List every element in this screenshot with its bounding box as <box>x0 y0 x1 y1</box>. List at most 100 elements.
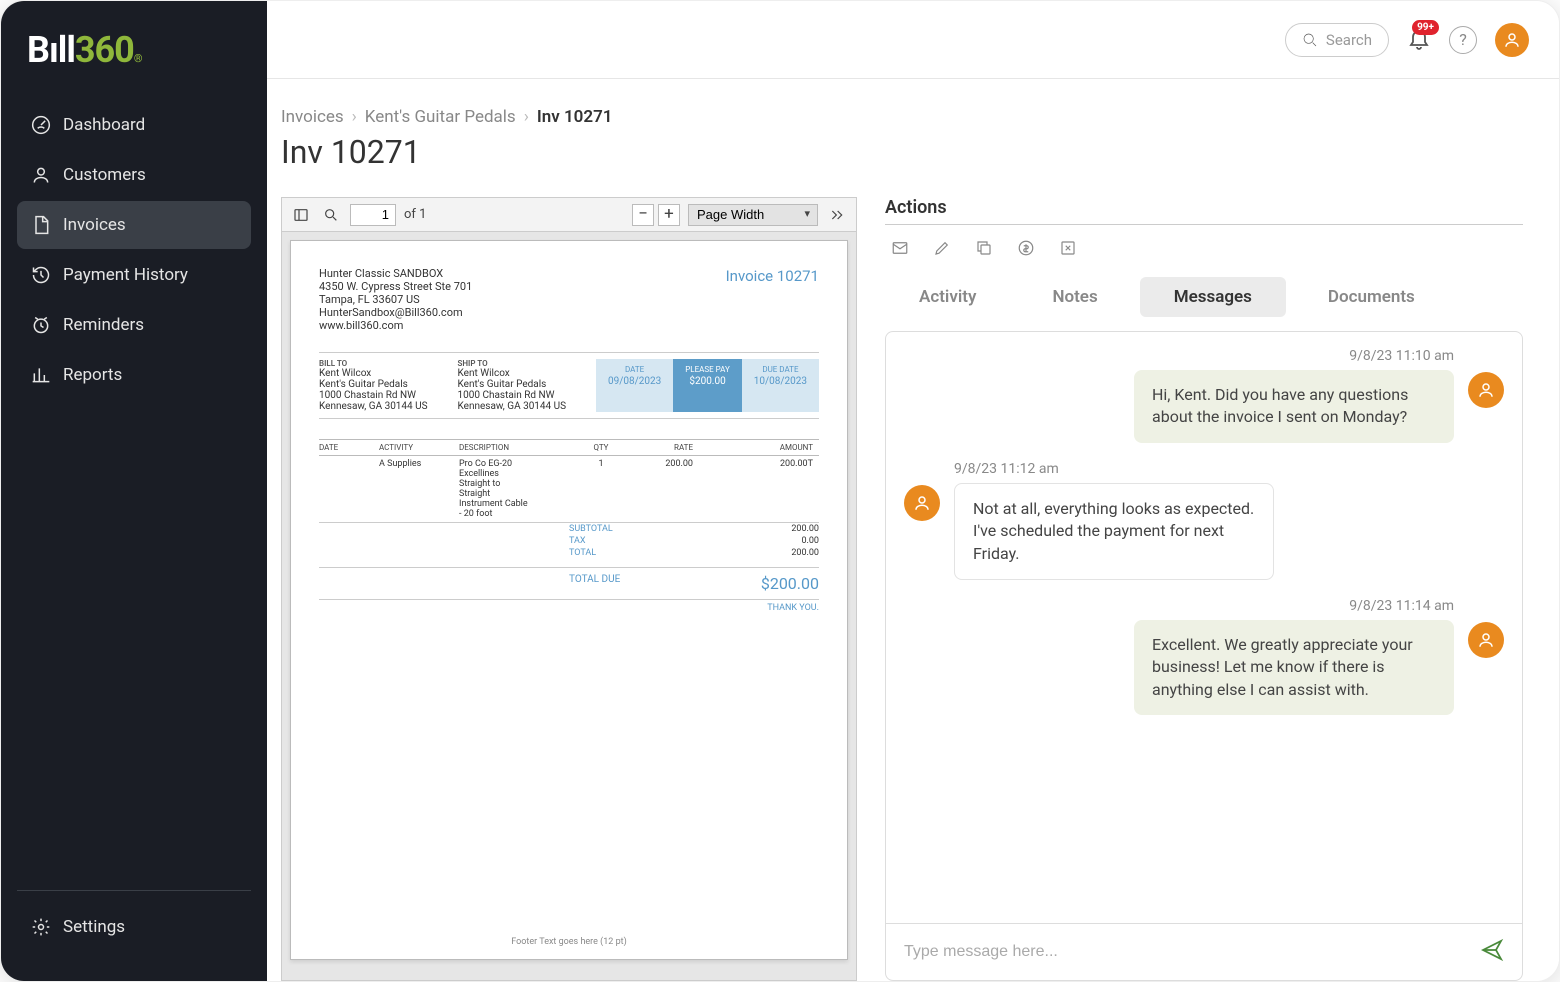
pdf-zoom-select[interactable]: Page Width <box>688 204 818 226</box>
li-desc-line: Straight to <box>459 479 573 489</box>
main: Search 99+ ? Invoices › Kent's Guitar Pe… <box>267 1 1559 981</box>
col-qty: QTY <box>579 443 629 452</box>
sidebar-item-label: Reminders <box>63 315 144 335</box>
invoice-title: Invoice 10271 <box>726 267 819 332</box>
tab-notes[interactable]: Notes <box>1018 277 1131 317</box>
from-addr2: Tampa, FL 33607 US <box>319 293 472 306</box>
chat-input[interactable] <box>904 943 1468 961</box>
pdf-page-input[interactable] <box>350 204 396 226</box>
message-stack: 9/8/23 11:12 am Not at all, everything l… <box>954 461 1274 580</box>
pdf-search-button[interactable] <box>320 204 342 226</box>
dollar-icon[interactable] <box>1017 239 1035 257</box>
mail-icon[interactable] <box>891 239 909 257</box>
person-icon <box>913 494 931 512</box>
breadcrumb-separator: › <box>524 107 529 127</box>
copy-icon[interactable] <box>975 239 993 257</box>
li-desc-line: Pro Co EG-20 <box>459 459 573 469</box>
pdf-zoom-out[interactable]: − <box>632 204 654 226</box>
col-desc: DESCRIPTION <box>459 443 579 452</box>
invoice-from: Hunter Classic SANDBOX 4350 W. Cypress S… <box>319 267 472 332</box>
logo: Bıll360® <box>1 29 267 101</box>
send-button[interactable] <box>1480 938 1504 966</box>
pencil-icon[interactable] <box>933 239 951 257</box>
search-placeholder: Search <box>1326 31 1372 49</box>
li-qty: 1 <box>579 459 629 519</box>
pdf-sidebar-toggle[interactable] <box>290 204 312 226</box>
message-timestamp: 9/8/23 11:14 am <box>1349 598 1454 614</box>
ship-to-block: SHIP TO Kent Wilcox Kent's Guitar Pedals… <box>458 359 573 412</box>
tab-documents[interactable]: Documents <box>1294 277 1449 317</box>
sidebar-bottom: Settings <box>1 890 267 981</box>
user-icon <box>31 165 51 185</box>
user-avatar[interactable] <box>1495 23 1529 57</box>
sidebar-item-settings[interactable]: Settings <box>17 903 251 951</box>
bill-to-label: BILL TO <box>319 359 434 368</box>
chat-box: 9/8/23 11:10 am Hi, Kent. Did you have a… <box>885 331 1523 981</box>
message-avatar <box>1468 622 1504 658</box>
notifications-button[interactable]: 99+ <box>1407 26 1431 54</box>
sidebar-item-reminders[interactable]: Reminders <box>17 301 251 349</box>
tab-activity[interactable]: Activity <box>885 277 1010 317</box>
sidebar-item-customers[interactable]: Customers <box>17 151 251 199</box>
page-title: Inv 10271 <box>281 133 1523 171</box>
pay-label: PLEASE PAY <box>685 365 730 374</box>
li-date <box>319 459 379 519</box>
clock-icon <box>31 315 51 335</box>
message-row: 9/8/23 11:10 am Hi, Kent. Did you have a… <box>904 348 1504 443</box>
message-row: 9/8/23 11:14 am Excellent. We greatly ap… <box>904 598 1504 715</box>
from-email: HunterSandbox@Bill360.com <box>319 306 472 319</box>
line-items-header: DATE ACTIVITY DESCRIPTION QTY RATE AMOUN… <box>319 439 819 456</box>
pdf-toolbar: of 1 − + Page Width <box>282 198 856 232</box>
breadcrumb-invoices[interactable]: Invoices <box>281 107 344 127</box>
message-avatar <box>904 485 940 521</box>
pdf-page-total: of 1 <box>404 207 426 222</box>
logo-part: 360 <box>75 29 134 71</box>
sidebar-item-label: Settings <box>63 917 125 937</box>
breadcrumb-separator: › <box>352 107 357 127</box>
sidebar-item-dashboard[interactable]: Dashboard <box>17 101 251 149</box>
total-value: 200.00 <box>791 548 819 558</box>
chat-scroll[interactable]: 9/8/23 11:10 am Hi, Kent. Did you have a… <box>886 332 1522 923</box>
col-rate: RATE <box>629 443 699 452</box>
from-addr1: 4350 W. Cypress Street Ste 701 <box>319 280 472 293</box>
li-desc-line: Excellines <box>459 469 573 479</box>
search-input[interactable]: Search <box>1285 23 1389 57</box>
sidebar-item-reports[interactable]: Reports <box>17 351 251 399</box>
file-icon <box>31 215 51 235</box>
breadcrumb: Invoices › Kent's Guitar Pedals › Inv 10… <box>281 107 1523 127</box>
li-desc: Pro Co EG-20 Excellines Straight to Stra… <box>459 459 579 519</box>
thank-you: THANK YOU. <box>319 603 819 613</box>
invoice-header: Hunter Classic SANDBOX 4350 W. Cypress S… <box>319 267 819 332</box>
search-icon <box>1302 32 1318 48</box>
col-date: DATE <box>319 443 379 452</box>
sidebar-item-label: Payment History <box>63 265 188 285</box>
close-box-icon[interactable] <box>1059 239 1077 257</box>
sidebar-item-invoices[interactable]: Invoices <box>17 201 251 249</box>
bill-to-street: 1000 Chastain Rd NW <box>319 390 434 401</box>
gauge-icon <box>31 115 51 135</box>
tab-messages[interactable]: Messages <box>1140 277 1286 317</box>
please-pay-box: PLEASE PAY $200.00 <box>673 359 742 412</box>
li-desc-line: - 20 foot <box>459 509 573 519</box>
from-name: Hunter Classic SANDBOX <box>319 267 472 280</box>
line-item-row: A Supplies Pro Co EG-20 Excellines Strai… <box>319 456 819 523</box>
history-icon <box>31 265 51 285</box>
help-button[interactable]: ? <box>1449 26 1477 54</box>
date-box: DATE 09/08/2023 <box>596 359 673 412</box>
pdf-zoom-in[interactable]: + <box>658 204 680 226</box>
li-rate: 200.00 <box>629 459 699 519</box>
search-icon <box>323 207 339 223</box>
bill-to-city: Kennesaw, GA 30144 US <box>319 401 434 412</box>
chart-icon <box>31 365 51 385</box>
breadcrumb-customer[interactable]: Kent's Guitar Pedals <box>365 107 516 127</box>
pdf-body[interactable]: Hunter Classic SANDBOX 4350 W. Cypress S… <box>282 232 856 980</box>
pdf-tools-button[interactable] <box>826 204 848 226</box>
gear-icon <box>31 917 51 937</box>
sidebar-item-label: Customers <box>63 165 146 185</box>
sidebar-item-payment-history[interactable]: Payment History <box>17 251 251 299</box>
actions-pane: Actions Activity Notes Messages Document… <box>885 197 1523 981</box>
sidebar-icon <box>293 207 309 223</box>
person-icon <box>1477 631 1495 649</box>
tax-value: 0.00 <box>801 536 819 546</box>
nav: Dashboard Customers Invoices Payment His… <box>1 101 267 890</box>
